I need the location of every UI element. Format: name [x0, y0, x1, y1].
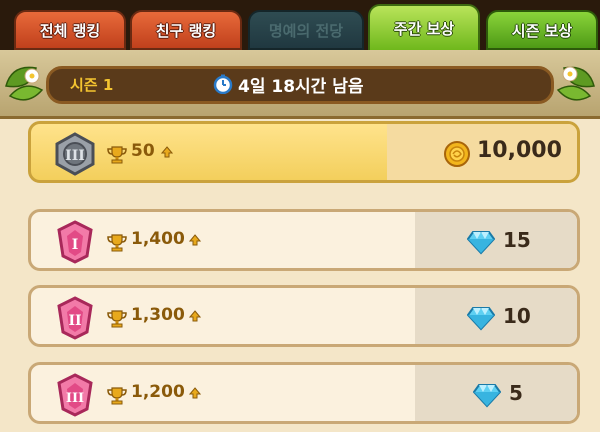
reward-value: 10	[503, 304, 531, 328]
pink-tier-badge-icon: III	[57, 373, 93, 417]
diamond-icon	[473, 384, 501, 408]
trophy-icon	[107, 234, 127, 252]
reward-value: 15	[503, 228, 531, 252]
reward-value: 10,000	[477, 138, 562, 163]
tab-label: 명예의 전당	[268, 21, 344, 40]
time-remaining: 4일 18시간 남음	[238, 77, 364, 97]
trophy-icon	[107, 146, 127, 164]
tab-label: 주간 보상	[393, 19, 455, 38]
season-label: 시즌 1	[70, 76, 114, 94]
leaf-decoration-icon	[5, 66, 44, 101]
reward-row: III 1,200 5	[28, 362, 580, 424]
reward-row: III 50 10,000	[28, 121, 580, 183]
reward-row: II 1,300 10	[28, 285, 580, 347]
tab-bar: 전체 랭킹 친구 랭킹 명예의 전당 주간 보상 시즌 보상	[0, 0, 600, 56]
trophy-icon	[107, 310, 127, 328]
leaf-decoration-icon	[556, 66, 595, 101]
tab-label: 친구 랭킹	[155, 21, 217, 40]
arrow-up-icon	[189, 387, 201, 399]
tab-season-rewards[interactable]: 시즌 보상	[486, 10, 598, 50]
svg-text:III: III	[65, 148, 85, 164]
tab-hall-of-fame[interactable]: 명예의 전당	[248, 10, 364, 50]
trophy-requirement: 50	[131, 141, 155, 161]
tab-weekly-rewards[interactable]: 주간 보상	[368, 4, 480, 52]
arrow-up-icon	[189, 310, 201, 322]
gold-coin-icon	[444, 141, 470, 167]
reward-row: I 1,400 15	[28, 209, 580, 271]
pink-tier-badge-icon: II	[57, 296, 93, 340]
silver-tier-badge-icon: III	[55, 132, 95, 176]
tab-label: 시즌 보상	[511, 21, 573, 40]
diamond-icon	[467, 307, 495, 331]
diamond-icon	[467, 231, 495, 255]
reward-value: 5	[509, 381, 523, 405]
trophy-requirement: 1,400	[131, 229, 185, 249]
trophy-requirement: 1,300	[131, 305, 185, 325]
clock-icon	[213, 74, 233, 94]
tab-label: 전체 랭킹	[39, 21, 101, 40]
trophy-requirement: 1,200	[131, 382, 185, 402]
reward-cell	[415, 288, 577, 344]
pink-tier-badge-icon: I	[57, 220, 93, 264]
tab-all-ranking[interactable]: 전체 랭킹	[14, 10, 126, 50]
trophy-icon	[107, 387, 127, 405]
svg-text:III: III	[66, 391, 84, 406]
arrow-up-icon	[189, 234, 201, 246]
svg-text:II: II	[68, 313, 81, 329]
svg-text:I: I	[72, 237, 79, 253]
tab-friend-ranking[interactable]: 친구 랭킹	[130, 10, 242, 50]
reward-cell	[415, 212, 577, 268]
arrow-up-icon	[161, 146, 173, 158]
